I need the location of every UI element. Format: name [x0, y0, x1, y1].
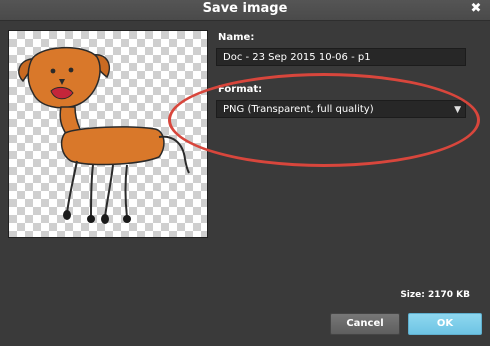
close-icon[interactable]: ✖	[468, 0, 484, 18]
dialog-titlebar: Save image ✖	[0, 0, 490, 21]
file-size-text: Size: 2170 KB	[400, 290, 470, 300]
image-preview	[8, 30, 208, 238]
name-label: Name:	[218, 32, 255, 43]
highlight-ring	[168, 73, 480, 167]
cancel-button[interactable]: Cancel	[330, 313, 400, 335]
dialog-title: Save image	[202, 1, 288, 16]
name-input[interactable]: Doc - 23 Sep 2015 10-06 - p1	[216, 48, 466, 66]
drawing-image	[18, 47, 190, 224]
format-label: Format:	[218, 84, 263, 95]
format-select[interactable]: PNG (Transparent, full quality) ▼	[216, 100, 466, 118]
format-select-value: PNG (Transparent, full quality)	[223, 104, 374, 115]
ok-button[interactable]: OK	[408, 313, 482, 335]
chevron-down-icon[interactable]: ▼	[454, 104, 461, 117]
